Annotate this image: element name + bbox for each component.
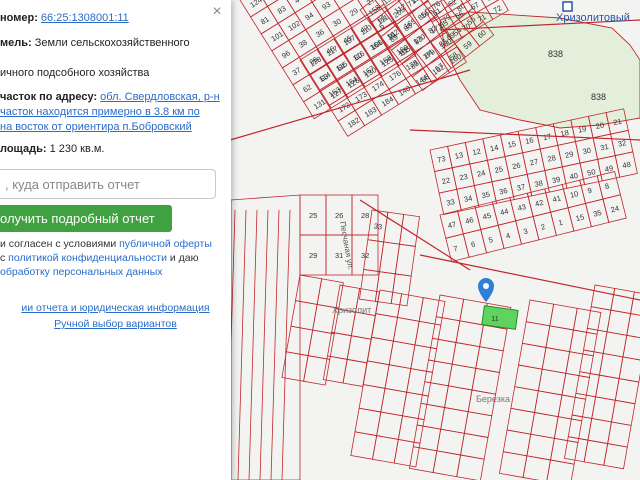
parcel-number: 28: [361, 211, 369, 220]
parcel-number: 25: [309, 211, 317, 220]
area-label: лощадь:: [0, 143, 47, 155]
privacy-policy-link[interactable]: политикой конфиденциальности: [8, 252, 167, 264]
street-label-2: Березка: [476, 394, 510, 404]
address-line-2[interactable]: часток находится примерно в 3.8 км по: [0, 106, 200, 118]
address-line-3[interactable]: на восток от ориентира п.Бобровский: [0, 121, 192, 133]
address-row-2: часток находится примерно в 3.8 км по: [0, 106, 200, 119]
address-row-3: на восток от ориентира п.Бобровский: [0, 121, 192, 134]
field-parcel: [230, 194, 301, 480]
parcel-number: 29: [309, 251, 317, 260]
report-info-link[interactable]: ии отчета и юридическая информация: [21, 302, 209, 314]
category-value: Земли сельскохозяйственного: [34, 37, 190, 49]
consent-line-1: и согласен с условиями публичной оферты: [0, 238, 212, 251]
consent-line-2: с политикой конфиденциальности и даю: [0, 252, 199, 265]
use-row: ичного подсобного хозяйства: [0, 67, 149, 80]
use-value: ичного подсобного хозяйства: [0, 67, 150, 79]
place-label-top: Хризолитовый: [556, 12, 630, 24]
parcel-number: 31: [335, 251, 343, 260]
selected-parcel[interactable]: [481, 305, 519, 330]
category-label: мель:: [0, 37, 32, 49]
selected-parcel-number: 11: [491, 314, 499, 323]
category-row: мель: Земли сельскохозяйственного: [0, 37, 190, 50]
parcel-number: 26: [335, 211, 343, 220]
manual-choice-row: Ручной выбор вариантов: [0, 318, 231, 330]
cadastral-number-row: номер: 66:25:1308001:11: [0, 12, 129, 25]
consent-text-3: и даю: [166, 252, 199, 264]
get-report-button[interactable]: олучить подробный отчет: [0, 205, 172, 232]
personal-data-link[interactable]: обработку персональных данных: [0, 266, 163, 278]
parcel-number: 33: [373, 221, 383, 231]
settlement-marker-icon: [562, 1, 573, 12]
cadastral-number-link[interactable]: 66:25:1308001:11: [41, 12, 129, 24]
village-label: Хризолит: [332, 305, 371, 315]
consent-text-1: и согласен с условиями: [0, 238, 120, 250]
close-icon[interactable]: ×: [209, 4, 225, 20]
consent-text-2: с: [0, 252, 9, 264]
address-row: часток по адресу: обл. Свердловская, р-н: [0, 91, 220, 104]
area-row: лощадь: 1 230 кв.м.: [0, 143, 105, 156]
public-offer-link[interactable]: публичной оферты: [119, 238, 212, 250]
area-label-838: 838: [548, 49, 563, 59]
parcel-info-panel: × номер: 66:25:1308001:11 мель: Земли се…: [0, 0, 231, 480]
area-value: 1 230 кв.м.: [49, 143, 105, 155]
consent-line-3: обработку персональных данных: [0, 266, 163, 279]
cadastral-number-label: номер:: [0, 12, 38, 24]
email-input[interactable]: [0, 169, 216, 199]
area-label-838-b: 838: [591, 92, 606, 102]
address-label: часток по адресу:: [0, 91, 98, 103]
report-info-row: ии отчета и юридическая информация: [0, 302, 231, 314]
address-line-1[interactable]: обл. Свердловская, р-н: [100, 91, 220, 103]
manual-choice-link[interactable]: Ручной выбор вариантов: [54, 318, 177, 330]
